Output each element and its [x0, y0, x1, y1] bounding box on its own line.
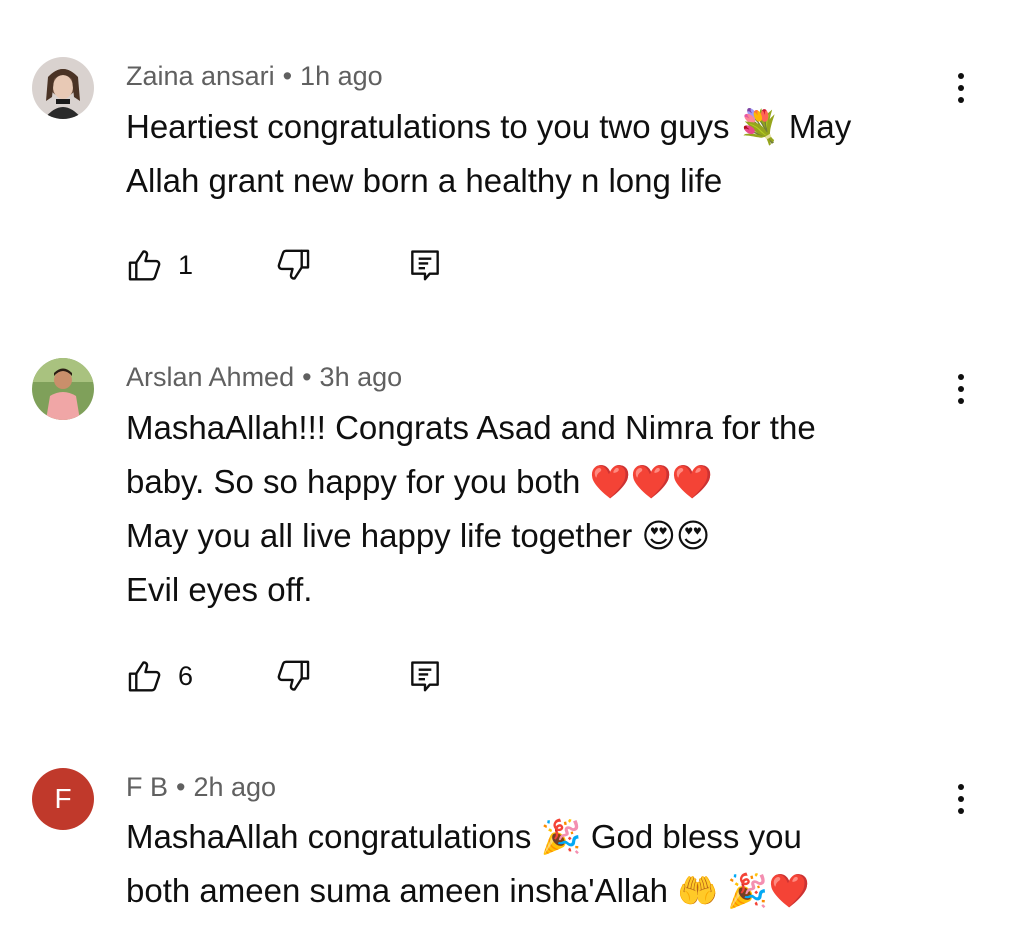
more-vertical-icon-dot — [958, 796, 964, 802]
dislike-button[interactable] — [274, 246, 312, 284]
like-button[interactable]: 6 — [126, 657, 208, 695]
author-name[interactable]: Zaina ansari — [126, 61, 275, 91]
thumbs-up-icon — [128, 661, 161, 692]
avatar-image — [32, 358, 94, 420]
like-count: 6 — [178, 660, 194, 691]
comment-meta: Zaina ansari • 1h ago — [126, 59, 383, 93]
comment-meta: F B • 2h ago — [126, 770, 276, 804]
reply-comment-icon — [411, 661, 439, 692]
meta-separator: • — [302, 362, 312, 392]
dislike-button[interactable] — [274, 657, 312, 695]
meta-separator: • — [282, 61, 293, 91]
comment-time[interactable]: 2h ago — [193, 772, 276, 802]
thumbs-down-icon — [277, 660, 310, 691]
author-name[interactable]: F B — [126, 772, 168, 802]
reply-comment-icon — [411, 250, 439, 281]
comment-line: Allah grant new born a healthy n long li… — [126, 162, 723, 199]
like-button[interactable]: 1 — [126, 246, 208, 284]
comment-line: MashaAllah!!! Congrats Asad and Nimra fo… — [126, 409, 816, 446]
author-name[interactable]: Arslan Ahmed — [126, 362, 294, 392]
comment-time[interactable]: 1h ago — [300, 61, 383, 91]
comment-text: MashaAllah!!! Congrats Asad and Nimra fo… — [126, 401, 966, 617]
comment-line: May you all live happy life together 😍😍 — [126, 517, 711, 554]
avatar-letter: F — [54, 783, 72, 814]
comment-text: MashaAllah congratulations 🎉 God bless y… — [126, 810, 966, 918]
comment-actions: 1 — [126, 243, 486, 287]
reply-button[interactable] — [406, 657, 444, 695]
comment-line: both ameen suma ameen insha'Allah 🤲 🎉❤️ — [126, 872, 810, 909]
comment-line: Evil eyes off. — [126, 571, 313, 608]
meta-separator: • — [176, 772, 186, 802]
comment-line: baby. So so happy for you both ❤️❤️❤️ — [126, 463, 713, 500]
comment-line: Heartiest congratulations to you two guy… — [126, 108, 852, 145]
reply-button[interactable] — [406, 246, 444, 284]
more-vertical-icon — [958, 374, 964, 380]
more-vertical-icon-dot — [958, 386, 964, 392]
comment-time[interactable]: 3h ago — [320, 362, 403, 392]
like-count: 1 — [178, 249, 194, 280]
avatar[interactable] — [32, 57, 94, 119]
more-vertical-icon — [958, 73, 964, 79]
avatar-image — [32, 57, 94, 119]
comment-text: Heartiest congratulations to you two guy… — [126, 100, 966, 208]
comment-line: MashaAllah congratulations 🎉 God bless y… — [126, 818, 802, 855]
thumbs-up-icon — [128, 250, 161, 281]
more-vertical-icon — [958, 784, 964, 790]
comment-actions: 6 — [126, 654, 486, 698]
avatar[interactable] — [32, 358, 94, 420]
thumbs-down-icon — [277, 249, 310, 280]
avatar[interactable]: F — [32, 768, 94, 830]
comment-meta: Arslan Ahmed • 3h ago — [126, 360, 402, 394]
more-vertical-icon-dot — [958, 85, 964, 91]
